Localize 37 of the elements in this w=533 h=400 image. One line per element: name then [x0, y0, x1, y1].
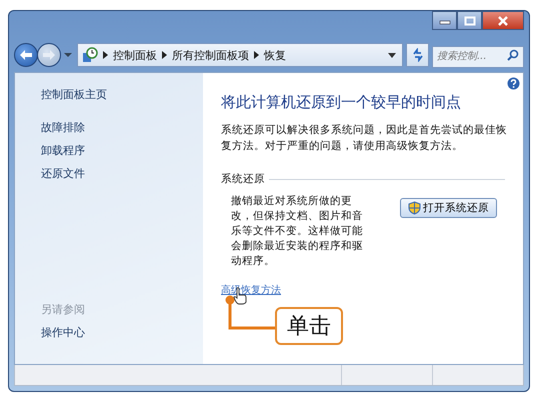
right-arrow-icon [42, 49, 56, 61]
help-icon[interactable] [507, 77, 520, 90]
refresh-icon [410, 48, 424, 62]
breadcrumb[interactable]: 所有控制面板项 [172, 48, 249, 62]
caret-icon[interactable] [64, 52, 72, 58]
back-button[interactable] [14, 43, 38, 67]
sidebar-link[interactable]: 故障排除 [41, 120, 203, 135]
sidebar-link[interactable]: 还原文件 [41, 166, 203, 181]
breadcrumb[interactable]: 恢复 [264, 48, 286, 62]
search-field[interactable]: 搜索控制... [432, 46, 524, 68]
section-text: 撤销最近对系统所做的更改，但保持文档、图片和音乐等文件不变。这样做可能会删除最近安装的程序和驱动程序。 [231, 194, 364, 269]
sidebar-link[interactable]: 操作中心 [41, 325, 203, 340]
address-bar[interactable]: 控制面板 所有控制面板项 恢复 [77, 43, 403, 67]
chevron-icon [103, 51, 108, 59]
maximize-icon [464, 16, 476, 26]
annotation-label: 单击 [275, 307, 343, 345]
shield-icon [408, 201, 421, 215]
dropdown-icon[interactable] [388, 52, 396, 58]
chevron-icon [254, 51, 259, 59]
minimize-button[interactable] [432, 11, 457, 30]
left-arrow-icon [19, 49, 33, 61]
system-restore-button[interactable]: 打开系统还原 [400, 198, 497, 218]
control-panel-icon [82, 47, 98, 63]
maximize-button[interactable] [457, 11, 482, 30]
sidebar-link[interactable]: 控制面板主页 [41, 87, 203, 102]
breadcrumb[interactable]: 控制面板 [113, 48, 157, 62]
close-button[interactable] [482, 11, 524, 30]
forward-button[interactable] [37, 43, 61, 67]
sidebar-link[interactable]: 卸载程序 [41, 143, 203, 158]
description-text: 系统还原可以解决很多系统问题，因此是首先尝试的最佳恢复方法。对于严重的问题，请使用高级恢复方法。 [221, 123, 508, 154]
sidebar-heading: 另请参阅 [41, 302, 86, 317]
section-heading: 系统还原 [221, 172, 265, 186]
page-title: 将此计算机还原到一个较早的时间点 [221, 93, 462, 112]
close-icon [497, 16, 509, 26]
refresh-button[interactable] [406, 43, 429, 67]
chevron-icon [162, 51, 167, 59]
search-icon [507, 49, 519, 61]
